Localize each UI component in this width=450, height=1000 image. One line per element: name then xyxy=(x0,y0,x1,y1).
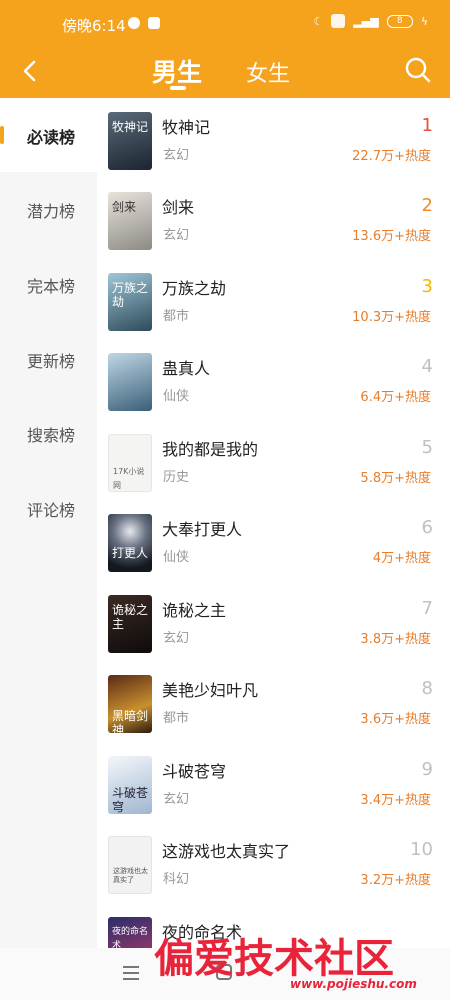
sidebar-item-label: 完本榜 xyxy=(27,277,76,296)
book-title: 牧神记 xyxy=(162,118,211,137)
rank-number: 3 xyxy=(421,276,433,297)
book-row[interactable]: 牧神记 牧神记 玄幻 1 22.7万+热度 xyxy=(97,98,450,178)
header: 男生 女生 xyxy=(0,46,450,98)
tab-indicator xyxy=(170,86,186,90)
book-row[interactable]: 诡秘之主 诡秘之主 玄幻 7 3.8万+热度 xyxy=(97,581,450,661)
book-title: 夜的命名术 xyxy=(162,923,243,942)
battery-icon: 8 xyxy=(386,14,413,28)
book-title: 大奉打更人 xyxy=(162,520,243,539)
active-indicator xyxy=(0,126,4,144)
book-cover: 这游戏也太真实了 xyxy=(108,836,152,894)
system-nav-bar xyxy=(0,948,450,1000)
sidebar-item-comments[interactable]: 评论榜 xyxy=(0,471,97,545)
book-cover: 打更人 xyxy=(108,514,152,572)
sidebar-item-label: 更新榜 xyxy=(27,352,76,371)
sidebar-item-potential[interactable]: 潜力榜 xyxy=(0,172,97,246)
heat-count: 3.4万+热度 xyxy=(360,793,431,808)
charging-icon: ϟ xyxy=(420,14,428,28)
book-title: 万族之劫 xyxy=(162,279,227,298)
rank-number: 10 xyxy=(410,839,433,860)
sidebar-item-updated[interactable]: 更新榜 xyxy=(0,322,97,396)
book-row[interactable]: 蛊真人 仙侠 4 6.4万+热度 xyxy=(97,339,450,419)
heat-count: 6.4万+热度 xyxy=(360,390,431,405)
rank-number: 1 xyxy=(421,115,433,136)
book-cover: 牧神记 xyxy=(108,112,152,170)
heat-count: 5.8万+热度 xyxy=(360,471,431,486)
sidebar-item-label: 必读榜 xyxy=(27,128,76,147)
status-icons: ☾ ▂▄▆ 8 ϟ xyxy=(313,14,428,28)
book-genre: 玄幻 xyxy=(163,148,190,163)
status-time: 傍晚6:14 xyxy=(62,17,126,35)
hd-icon xyxy=(331,14,346,28)
book-cover: 夜的命名术 xyxy=(108,917,152,948)
rank-number: 7 xyxy=(421,598,433,619)
book-genre: 玄幻 xyxy=(163,631,190,646)
heat-count: 10.3万+热度 xyxy=(352,310,431,325)
sidebar-item-search[interactable]: 搜索榜 xyxy=(0,396,97,470)
book-row[interactable]: 夜的命名术 夜的命名术 xyxy=(97,903,450,948)
sidebar-item-label: 潜力榜 xyxy=(27,202,76,221)
rank-number: 4 xyxy=(421,356,433,377)
menu-icon[interactable] xyxy=(123,966,139,980)
rank-number: 2 xyxy=(421,195,433,216)
book-genre: 玄幻 xyxy=(163,228,190,243)
heat-count: 22.7万+热度 xyxy=(352,149,431,164)
sidebar-item-label: 搜索榜 xyxy=(27,426,76,445)
search-icon[interactable] xyxy=(404,55,432,85)
back-icon[interactable] xyxy=(18,56,44,86)
book-cover: 斗破苍穹 xyxy=(108,756,152,814)
book-row[interactable]: 17K小说网 我的都是我的 历史 5 5.8万+热度 xyxy=(97,420,450,500)
book-title: 我的都是我的 xyxy=(162,440,259,459)
sidebar-item-label: 评论榜 xyxy=(27,501,76,520)
book-row[interactable]: 这游戏也太真实了 这游戏也太真实了 科幻 10 3.2万+热度 xyxy=(97,822,450,902)
book-row[interactable]: 剑来 剑来 玄幻 2 13.6万+热度 xyxy=(97,178,450,258)
home-icon[interactable] xyxy=(216,964,232,980)
heat-count: 3.2万+热度 xyxy=(360,873,431,888)
book-cover: 17K小说网 xyxy=(108,434,152,492)
book-title: 剑来 xyxy=(162,198,195,217)
book-genre: 都市 xyxy=(163,309,190,324)
book-title: 蛊真人 xyxy=(162,359,211,378)
rank-number: 8 xyxy=(421,678,433,699)
rank-number: 9 xyxy=(421,759,433,780)
book-cover: 诡秘之主 xyxy=(108,595,152,653)
notification-icon xyxy=(128,17,140,29)
book-title: 这游戏也太真实了 xyxy=(162,842,291,861)
book-title: 诡秘之主 xyxy=(162,601,227,620)
book-row[interactable]: 万族之劫 万族之劫 都市 3 10.3万+热度 xyxy=(97,259,450,339)
book-row[interactable]: 黑暗剑神 美艳少妇叶凡 都市 8 3.6万+热度 xyxy=(97,661,450,741)
moon-icon: ☾ xyxy=(313,14,324,28)
book-title: 斗破苍穹 xyxy=(162,762,227,781)
rank-number: 5 xyxy=(421,437,433,458)
heat-count: 3.8万+热度 xyxy=(360,632,431,647)
sidebar-item-must-read[interactable]: 必读榜 xyxy=(0,98,97,172)
book-genre: 仙侠 xyxy=(163,550,190,565)
heat-count: 4万+热度 xyxy=(372,551,431,566)
heat-count: 3.6万+热度 xyxy=(360,712,431,727)
sidebar-item-completed[interactable]: 完本榜 xyxy=(0,247,97,321)
signal-icon: ▂▄▆ xyxy=(353,14,379,28)
sidebar: 必读榜 潜力榜 完本榜 更新榜 搜索榜 评论榜 xyxy=(0,98,97,948)
book-genre: 玄幻 xyxy=(163,792,190,807)
book-cover xyxy=(108,353,152,411)
book-cover: 万族之劫 xyxy=(108,273,152,331)
book-row[interactable]: 打更人 大奉打更人 仙侠 6 4万+热度 xyxy=(97,500,450,580)
heat-count: 13.6万+热度 xyxy=(352,229,431,244)
rank-number: 6 xyxy=(421,517,433,538)
book-genre: 历史 xyxy=(163,470,190,485)
book-genre: 科幻 xyxy=(163,872,190,887)
book-genre: 都市 xyxy=(163,711,190,726)
book-row[interactable]: 斗破苍穹 斗破苍穹 玄幻 9 3.4万+热度 xyxy=(97,742,450,822)
tab-female[interactable]: 女生 xyxy=(246,56,290,88)
book-list: 牧神记 牧神记 玄幻 1 22.7万+热度 剑来 剑来 玄幻 2 13.6万+热… xyxy=(97,98,450,948)
book-title: 美艳少妇叶凡 xyxy=(162,681,259,700)
book-cover: 黑暗剑神 xyxy=(108,675,152,733)
app-notification-icon xyxy=(148,17,160,29)
book-genre: 仙侠 xyxy=(163,389,190,404)
book-cover: 剑来 xyxy=(108,192,152,250)
status-bar: 傍晚6:14 ☾ ▂▄▆ 8 ϟ xyxy=(0,0,450,46)
tab-male[interactable]: 男生 xyxy=(152,53,202,89)
